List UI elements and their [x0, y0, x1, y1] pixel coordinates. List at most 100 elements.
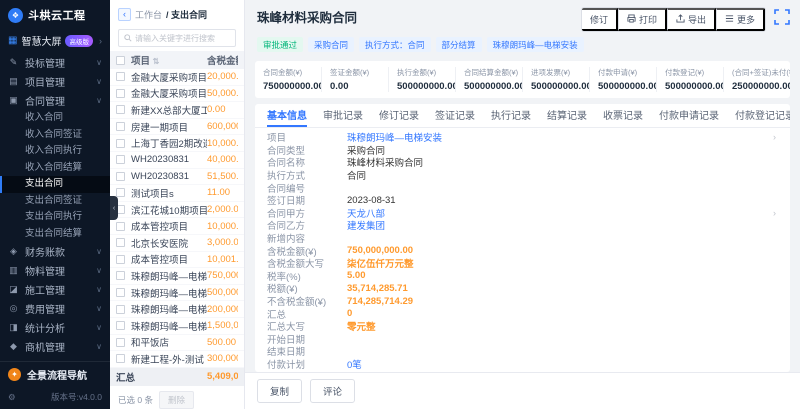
table-row[interactable]: 珠穆朗玛峰—电梯...750,000,0 — [110, 268, 244, 285]
table-row[interactable]: 成本管控项目10,000.00 — [110, 218, 244, 235]
row-checkbox[interactable] — [116, 105, 125, 114]
sidebar-item[interactable]: ◈财务账款∨ — [0, 242, 110, 261]
row-checkbox[interactable] — [116, 222, 125, 231]
stat-label: 执行金额(¥) — [397, 67, 447, 78]
tab-基本信息[interactable]: 基本信息 — [267, 104, 307, 127]
sidebar-subitem[interactable]: 支出合同签证 — [0, 193, 110, 210]
chevron-right-icon[interactable]: › — [773, 208, 776, 218]
row-checkbox[interactable] — [116, 238, 125, 247]
sidebar-subitem[interactable]: 收入合同签证 — [0, 127, 110, 144]
sidebar-item-label: 施工管理 — [25, 282, 90, 297]
sidebar-subitem[interactable]: 收入合同结算 — [0, 160, 110, 177]
select-all-checkbox[interactable] — [116, 56, 125, 65]
sidebar-item-dashboard[interactable]: ▦ 智慧大屏 高级版 › — [0, 28, 110, 53]
table-row[interactable]: WH2023083151,500.00 — [110, 169, 244, 186]
row-project-name: 珠穆朗玛峰—电梯... — [131, 319, 207, 333]
field-value[interactable]: 0笔 — [347, 357, 778, 371]
sidebar-item[interactable]: ◆商机管理∨ — [0, 337, 110, 356]
chevron-right-icon[interactable]: › — [773, 132, 776, 142]
row-checkbox[interactable] — [116, 188, 125, 197]
stat-cell: 合同结算金额(¥)500000000.00 — [455, 67, 522, 92]
table-row[interactable]: 新建XX总部大厦工...0.00 — [110, 102, 244, 119]
tab-付款登记记录[interactable]: 付款登记记录 — [735, 104, 790, 127]
sidebar-item[interactable]: ▥物料管理∨ — [0, 261, 110, 280]
action-button-修订[interactable]: 修订 — [582, 8, 618, 31]
sidebar-subitem[interactable]: 收入合同执行 — [0, 143, 110, 160]
search-input[interactable]: 请输入关键字进行搜索 — [118, 29, 236, 47]
search-row: 请输入关键字进行搜索 — [110, 25, 244, 51]
sidebar-item-label: 项目管理 — [25, 74, 90, 89]
tab-审批记录[interactable]: 审批记录 — [323, 104, 363, 127]
stat-label: 合同金额(¥) — [263, 67, 313, 78]
row-amount: 200,000,0 — [207, 304, 238, 315]
row-checkbox[interactable] — [116, 172, 125, 181]
row-checkbox[interactable] — [116, 305, 125, 314]
table-row[interactable]: 滨江花城10期项目-...2,000.00 — [110, 202, 244, 219]
footer-button-评论[interactable]: 评论 — [310, 379, 355, 403]
table-row[interactable]: 上海丁香园2期改造...10,000.00 — [110, 135, 244, 152]
table-row[interactable]: 和平饭店500.00 — [110, 335, 244, 352]
sidebar-item[interactable]: ▣合同管理∨ — [0, 91, 110, 110]
sort-icon[interactable]: ⇅ — [153, 57, 160, 66]
row-checkbox[interactable] — [116, 155, 125, 164]
sidebar-subitem[interactable]: 收入合同 — [0, 110, 110, 127]
breadcrumb-root[interactable]: 工作台 — [135, 8, 162, 21]
table-row[interactable]: 房建一期项目600,000.0 — [110, 119, 244, 136]
sidebar-subitem[interactable]: 支出合同 — [0, 176, 110, 193]
table-row[interactable]: 成本管控项目10,001.00 — [110, 252, 244, 269]
sidebar-item[interactable]: ◪施工管理∨ — [0, 280, 110, 299]
sidebar-item[interactable]: ◨统计分析∨ — [0, 318, 110, 337]
settings-gear-icon[interactable]: ⚙ — [8, 392, 16, 403]
stat-cell: 签证金额(¥)0.00 — [321, 67, 388, 92]
field-row: 结束日期 — [267, 345, 778, 358]
row-checkbox[interactable] — [116, 89, 125, 98]
field-row: 汇总大写零元整 — [267, 320, 778, 333]
back-button[interactable]: ‹ — [118, 8, 131, 21]
fullscreen-icon[interactable] — [774, 9, 790, 25]
stat-label: 合同结算金额(¥) — [464, 67, 514, 78]
table-row[interactable]: 测试项目s11.00 — [110, 185, 244, 202]
sidebar-item[interactable]: ◎费用管理∨ — [0, 299, 110, 318]
delete-button[interactable]: 删除 — [159, 391, 194, 409]
table-row[interactable]: 新建工程-外-测试300,000,0 — [110, 351, 244, 368]
sidebar-subitem[interactable]: 支出合同结算 — [0, 226, 110, 243]
tab-签证记录[interactable]: 签证记录 — [435, 104, 475, 127]
sidebar-collapse-handle[interactable]: ‹ — [110, 196, 118, 220]
row-checkbox[interactable] — [116, 338, 125, 347]
sidebar-subitem[interactable]: 支出合同执行 — [0, 209, 110, 226]
chevron-down-icon: ∨ — [96, 304, 102, 313]
tab-付款申请记录[interactable]: 付款申请记录 — [659, 104, 719, 127]
table-row[interactable]: 珠穆朗玛峰—电梯...200,000,0 — [110, 301, 244, 318]
row-checkbox[interactable] — [116, 122, 125, 131]
row-checkbox[interactable] — [116, 288, 125, 297]
row-checkbox[interactable] — [116, 255, 125, 264]
sidebar-item-process-navigator[interactable]: ✦ 全景流程导航 — [0, 361, 110, 387]
column-project[interactable]: 项目 ⇅ — [131, 53, 207, 67]
table-row[interactable]: 北京长安医院3,000.00 — [110, 235, 244, 252]
row-checkbox[interactable] — [116, 72, 125, 81]
row-checkbox[interactable] — [116, 321, 125, 330]
app-root: ❖ 斗栱云工程 ▦ 智慧大屏 高级版 › ✎投标管理∨▤项目管理∨▣合同管理∨收… — [0, 0, 800, 409]
tab-执行记录[interactable]: 执行记录 — [491, 104, 531, 127]
action-button-导出[interactable]: 导出 — [667, 8, 716, 31]
dashboard-label: 智慧大屏 — [21, 33, 61, 48]
row-amount: 11.00 — [207, 187, 238, 198]
row-checkbox[interactable] — [116, 354, 125, 363]
table-row[interactable]: 金融大厦采购项目50,000.00 — [110, 86, 244, 103]
footer-button-复制[interactable]: 复制 — [257, 379, 302, 403]
sidebar-item[interactable]: ▤项目管理∨ — [0, 72, 110, 91]
table-row[interactable]: 金融大厦采购项目20,000.00 — [110, 69, 244, 86]
field-value[interactable]: 建发集团 — [347, 218, 778, 232]
stat-label: 付款登记(¥) — [665, 67, 715, 78]
table-row[interactable]: 珠穆朗玛峰—电梯...500,000,0 — [110, 285, 244, 302]
row-checkbox[interactable] — [116, 271, 125, 280]
action-button-更多[interactable]: 更多 — [716, 8, 765, 31]
sidebar-item[interactable]: ✎投标管理∨ — [0, 53, 110, 72]
action-button-打印[interactable]: 打印 — [618, 8, 667, 31]
tab-修订记录[interactable]: 修订记录 — [379, 104, 419, 127]
tab-结算记录[interactable]: 结算记录 — [547, 104, 587, 127]
tab-收票记录[interactable]: 收票记录 — [603, 104, 643, 127]
table-row[interactable]: WH2023083140,000.00 — [110, 152, 244, 169]
row-checkbox[interactable] — [116, 139, 125, 148]
table-row[interactable]: 珠穆朗玛峰—电梯...1,500,000 — [110, 318, 244, 335]
